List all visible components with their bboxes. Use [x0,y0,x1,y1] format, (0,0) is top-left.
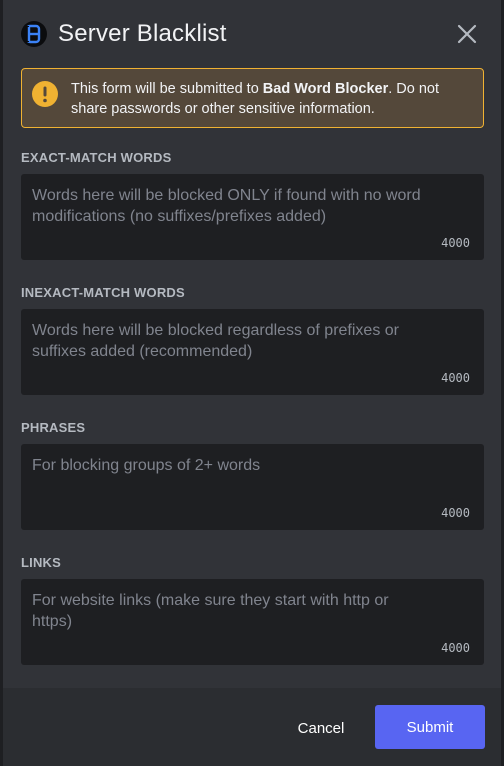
inexact-match-words-counter: 4000 [441,371,470,385]
server-blacklist-modal: Server Blacklist This form will be submi… [3,0,501,766]
modal-title: Server Blacklist [58,20,227,47]
inexact-match-words-placeholder: Words here will be blocked regardless of… [32,322,399,360]
exact-match-words-counter: 4000 [441,236,470,250]
inexact-match-words-input[interactable]: Words here will be blocked regardless of… [21,309,484,395]
modal-footer: Cancel Submit [3,688,501,766]
phrases-counter: 4000 [441,506,470,520]
cancel-button[interactable]: Cancel [283,707,359,749]
exact-match-words-placeholder: Words here will be blocked ONLY if found… [32,187,421,225]
links-input[interactable]: For website links (make sure they start … [21,579,484,665]
bad-word-blocker-logo-icon [21,21,47,47]
notice-app-name: Bad Word Blocker [262,81,389,97]
links-counter: 4000 [441,641,470,655]
inexact-match-words-label: INEXACT-MATCH WORDS [21,285,185,300]
close-button[interactable] [455,22,479,46]
security-notice: This form will be submitted to Bad Word … [21,68,484,128]
warning-icon [32,81,58,107]
notice-text-before: This form will be submitted to [71,81,263,97]
modal-header: Server Blacklist [3,0,501,68]
submit-button[interactable]: Submit [375,705,485,749]
links-label: LINKS [21,555,61,570]
phrases-label: PHRASES [21,420,86,435]
close-icon [457,24,477,44]
exact-match-words-input[interactable]: Words here will be blocked ONLY if found… [21,174,484,260]
notice-text: This form will be submitted to Bad Word … [71,79,471,119]
phrases-placeholder: For blocking groups of 2+ words [32,457,261,474]
links-placeholder: For website links (make sure they start … [32,592,389,630]
exact-match-words-label: EXACT-MATCH WORDS [21,150,172,165]
phrases-input[interactable]: For blocking groups of 2+ words 4000 [21,444,484,530]
